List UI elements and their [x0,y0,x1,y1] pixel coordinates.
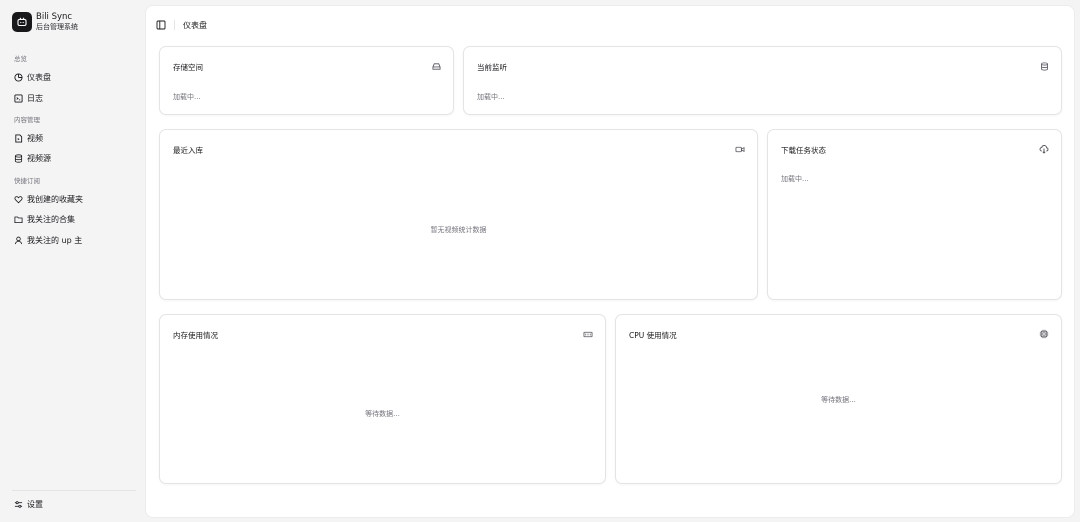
sidebar-item-video-sources[interactable]: 视频源 [12,150,136,166]
download-tasks-card: 下载任务状态 加载中... [767,129,1062,300]
breadcrumb-separator [174,20,175,30]
sidebar-item-label: 视频源 [27,153,51,163]
terminal-icon [12,92,24,104]
hard-drive-icon [431,61,441,71]
file-video-icon [12,132,24,144]
recent-videos-card: 最近入库 暂无视频统计数据 [159,129,758,300]
gauge-icon [12,71,24,83]
sidebar-item-label: 仪表盘 [27,72,51,82]
sidebar-item-collections[interactable]: 我关注的合集 [12,211,136,227]
sidebar-item-label: 我创建的收藏夹 [27,194,83,204]
sidebar: Bili Sync 后台管理系统 总览 仪表盘 日志 内容管理 视频 视频源 快… [0,0,145,522]
video-icon [735,144,745,154]
card-title: 当前监听 [477,63,507,72]
group-label-content: 内容管理 [14,116,40,124]
bilibili-logo-icon [12,12,32,32]
sidebar-item-label: 视频 [27,133,43,143]
monitor-card: 当前监听 加载中... [463,46,1062,115]
card-title: 最近入库 [173,146,203,155]
memory-stick-icon [583,329,593,339]
breadcrumb: 仪表盘 [183,20,207,30]
sidebar-item-favorites[interactable]: 我创建的收藏夹 [12,191,136,207]
card-status: 加载中... [173,93,201,101]
card-status: 加载中... [781,175,809,183]
sidebar-item-logs[interactable]: 日志 [12,90,136,106]
main-panel: 仪表盘 存储空间 加载中... 当前监听 加载中... 最近入库 暂无视频统计数… [145,5,1075,518]
card-title: 内存使用情况 [173,331,218,340]
empty-state-text: 暂无视频统计数据 [430,226,487,234]
brand[interactable]: Bili Sync 后台管理系统 [12,12,78,32]
top-bar: 仪表盘 [156,18,207,32]
card-title: 下载任务状态 [781,146,826,155]
sidebar-item-videos[interactable]: 视频 [12,130,136,146]
waiting-data-text: 等待数据... [365,410,400,418]
brand-name: Bili Sync [36,12,73,22]
card-title: CPU 使用情况 [629,331,677,340]
storage-card: 存储空间 加载中... [159,46,454,115]
sidebar-item-label: 我关注的合集 [27,214,75,224]
sidebar-item-label: 日志 [27,93,43,103]
cloud-download-icon [1039,144,1049,154]
user-icon [12,234,24,246]
database-icon [12,152,24,164]
database-icon [1039,61,1049,71]
sidebar-divider [12,490,136,491]
sidebar-toggle-icon[interactable] [156,20,166,30]
sidebar-item-uploaders[interactable]: 我关注的 up 主 [12,232,136,248]
group-label-overview: 总览 [14,55,27,63]
sidebar-item-label: 设置 [27,499,43,509]
memory-usage-card: 内存使用情况 等待数据... [159,314,606,484]
folder-icon [12,213,24,225]
waiting-data-text: 等待数据... [821,396,856,404]
cpu-usage-card: CPU 使用情况 等待数据... [615,314,1062,484]
sliders-icon [12,498,24,510]
sidebar-item-settings[interactable]: 设置 [12,496,136,512]
sidebar-item-label: 我关注的 up 主 [27,235,83,245]
cpu-icon [1039,329,1049,339]
group-label-subscriptions: 快捷订阅 [14,177,40,185]
card-status: 加载中... [477,93,505,101]
card-title: 存储空间 [173,63,203,72]
heart-icon [12,193,24,205]
sidebar-item-dashboard[interactable]: 仪表盘 [12,69,136,85]
brand-subtitle: 后台管理系统 [36,23,78,31]
